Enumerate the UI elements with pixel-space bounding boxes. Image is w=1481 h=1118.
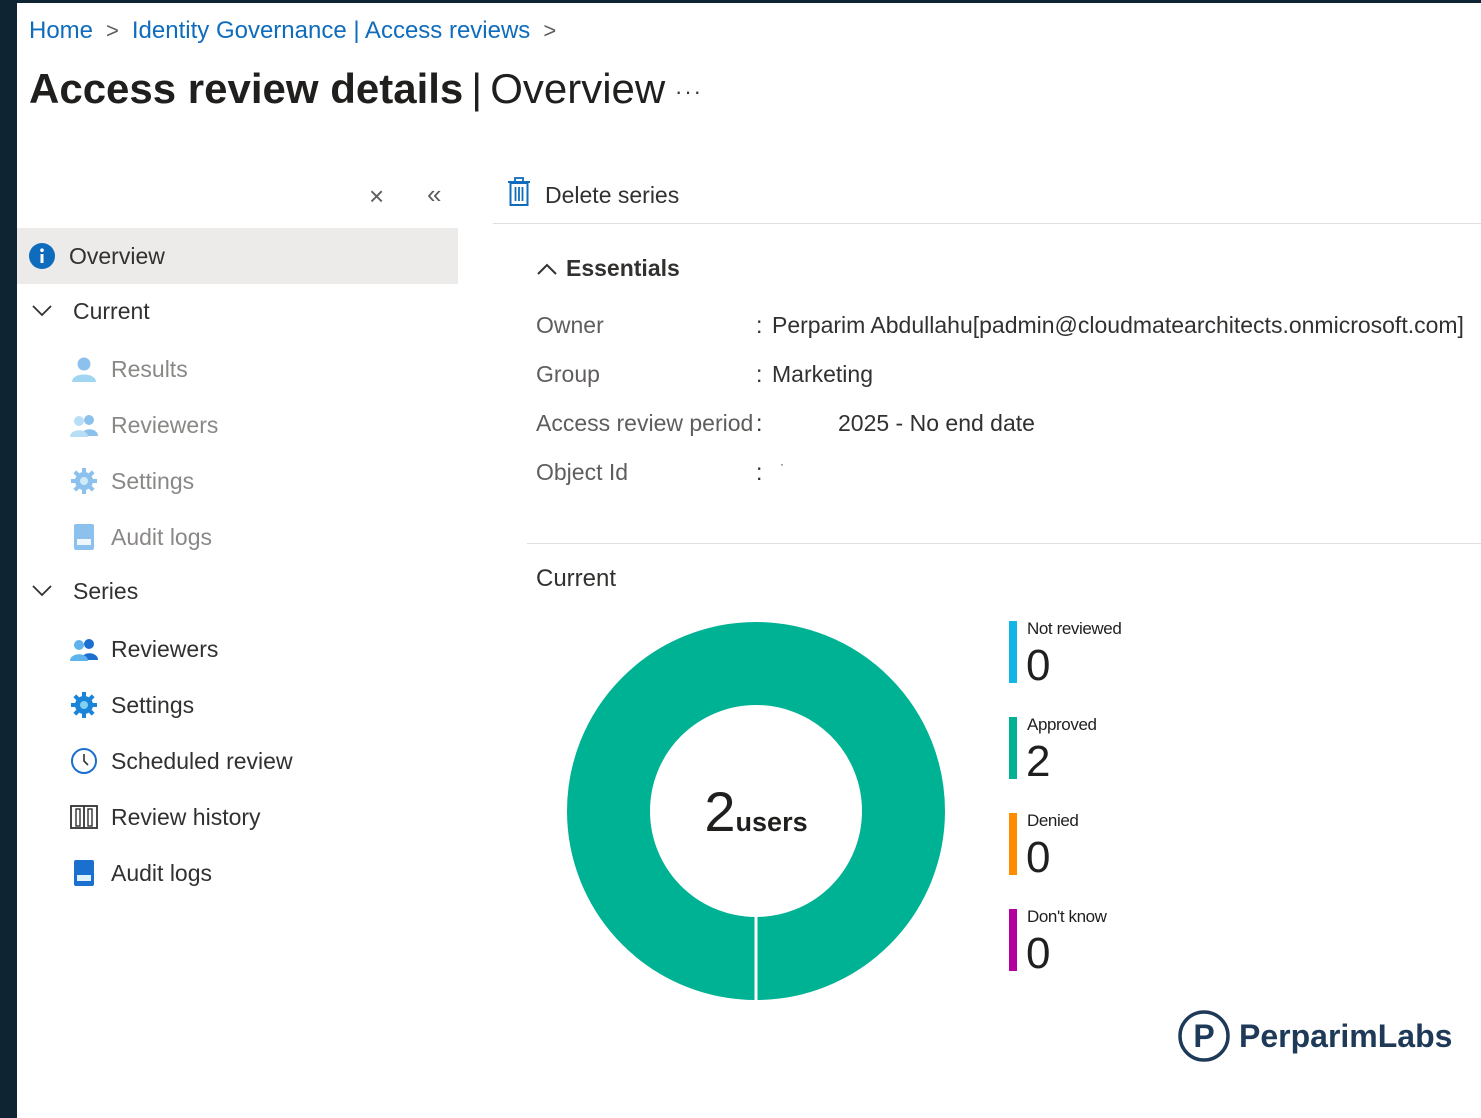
divider: [527, 543, 1481, 544]
nav-item-label: Results: [111, 355, 188, 382]
nav-item-current-settings[interactable]: Settings: [17, 453, 458, 509]
delete-series-button[interactable]: Delete series: [507, 177, 679, 213]
nav-item-label: Audit logs: [111, 523, 213, 550]
essentials-value-object-id: ·: [780, 457, 784, 471]
divider: [493, 223, 1481, 224]
nav-item-label: Reviewers: [111, 411, 219, 438]
legend-label: Don't know: [1027, 907, 1107, 926]
portal-window: Home > Identity Governance | Access revi…: [17, 3, 1481, 1118]
breadcrumb-governance-link[interactable]: Identity Governance | Access reviews: [132, 17, 530, 45]
users-icon: [69, 410, 99, 440]
legend-value: 0: [1026, 929, 1051, 978]
log-book-icon: [69, 522, 99, 552]
legend-label: Denied: [1027, 811, 1079, 830]
essentials-key: Access review period: [536, 410, 754, 436]
nav-item-label: Overview: [69, 242, 165, 269]
nav-group-label: Series: [73, 577, 139, 604]
essentials-toggle[interactable]: Essentials: [536, 255, 680, 282]
legend-value: 2: [1026, 737, 1051, 786]
essentials-colon: :: [756, 361, 763, 387]
user-icon: [69, 354, 99, 384]
brand-logo-mark-icon: P: [1178, 1010, 1230, 1062]
nav-item-series-review-history[interactable]: Review history: [17, 789, 458, 845]
nav-item-label: Review history: [111, 803, 261, 830]
more-options-button[interactable]: ···: [675, 79, 703, 105]
info-icon: [27, 241, 57, 271]
brand-logo-letter: P: [1193, 1018, 1214, 1054]
nav-item-label: Settings: [111, 467, 195, 494]
essentials-row-object-id: Object Id : ·: [536, 457, 784, 486]
legend-label: Not reviewed: [1027, 619, 1122, 638]
chevron-up-icon: [536, 255, 558, 282]
double-chevron-left-icon: «: [427, 179, 442, 209]
essentials-row-owner: Owner : Perparim Abdullahu[padmin@cloudm…: [536, 312, 1464, 339]
legend-swatch: [1009, 621, 1017, 683]
legend-swatch: [1009, 909, 1017, 971]
essentials-heading: Essentials: [566, 255, 680, 281]
essentials-colon: :: [756, 459, 763, 485]
donut-center-label: 2 users: [566, 621, 946, 1001]
essentials-value-owner: Perparim Abdullahu[padmin@cloudmatearchi…: [772, 312, 1464, 338]
brand-logo: P PerparimLabs: [1177, 1009, 1452, 1063]
page-title: Access review details | Overview: [29, 65, 665, 113]
donut-total: 2: [704, 779, 736, 843]
clock-icon: [69, 746, 99, 776]
current-section-title: Current: [536, 565, 617, 592]
users-icon: [69, 634, 99, 664]
brand-name: PerparimLabs: [1239, 1017, 1453, 1054]
nav-item-current-results[interactable]: Results: [17, 341, 458, 397]
close-menu-button[interactable]: ×: [369, 181, 384, 212]
breadcrumb-home-link[interactable]: Home: [29, 17, 93, 45]
page-title-separator: |: [471, 65, 483, 112]
delete-series-label: Delete series: [545, 181, 680, 208]
gear-icon: [69, 466, 99, 496]
nav-group-label: Current: [73, 297, 150, 324]
nav-item-current-reviewers[interactable]: Reviewers: [17, 397, 458, 453]
nav-item-series-reviewers[interactable]: Reviewers: [17, 621, 458, 677]
collapse-menu-button[interactable]: «: [427, 179, 441, 210]
close-icon: ×: [369, 181, 385, 211]
nav-item-label: Settings: [111, 691, 195, 718]
nav-item-label: Scheduled review: [111, 747, 293, 774]
nav-item-series-scheduled-review[interactable]: Scheduled review: [17, 733, 458, 789]
donut-unit: users: [735, 806, 808, 837]
essentials-row-group: Group : Marketing: [536, 361, 873, 388]
essentials-row-period: Access review period : 2025 - No end dat…: [536, 410, 1035, 437]
breadcrumb: Home > Identity Governance | Access revi…: [29, 17, 569, 45]
page-title-sub: Overview: [490, 65, 666, 112]
chevron-down-icon: [27, 576, 57, 606]
legend-value: 0: [1026, 833, 1051, 882]
trash-icon: [507, 177, 531, 213]
chevron-right-icon: >: [106, 18, 119, 43]
chevron-down-icon: [27, 296, 57, 326]
nav-item-series-audit-logs[interactable]: Audit logs: [17, 845, 458, 901]
nav-group-series[interactable]: Series: [17, 563, 458, 619]
nav-item-overview[interactable]: Overview: [17, 228, 458, 284]
log-book-icon: [69, 858, 99, 888]
essentials-colon: :: [756, 410, 763, 436]
legend-swatch: [1009, 813, 1017, 875]
legend-swatch: [1009, 717, 1017, 779]
page-title-main: Access review details: [29, 65, 464, 112]
essentials-colon: :: [756, 312, 763, 338]
essentials-value-period: 2025 - No end date: [838, 410, 1035, 436]
essentials-key: Group: [536, 361, 600, 387]
nav-item-current-audit-logs[interactable]: Audit logs: [17, 509, 458, 565]
chevron-right-icon: >: [543, 18, 557, 43]
legend-label: Approved: [1027, 715, 1097, 734]
nav-item-label: Audit logs: [111, 859, 213, 886]
nav-item-series-settings[interactable]: Settings: [17, 677, 458, 733]
legend-value: 0: [1026, 641, 1051, 690]
essentials-value-group[interactable]: Marketing: [772, 361, 873, 388]
essentials-key: Owner: [536, 312, 604, 338]
essentials-key: Object Id: [536, 459, 629, 485]
gear-icon: [69, 690, 99, 720]
nav-group-current[interactable]: Current: [17, 283, 458, 339]
nav-item-label: Reviewers: [111, 635, 219, 662]
book-icon: [69, 802, 99, 832]
